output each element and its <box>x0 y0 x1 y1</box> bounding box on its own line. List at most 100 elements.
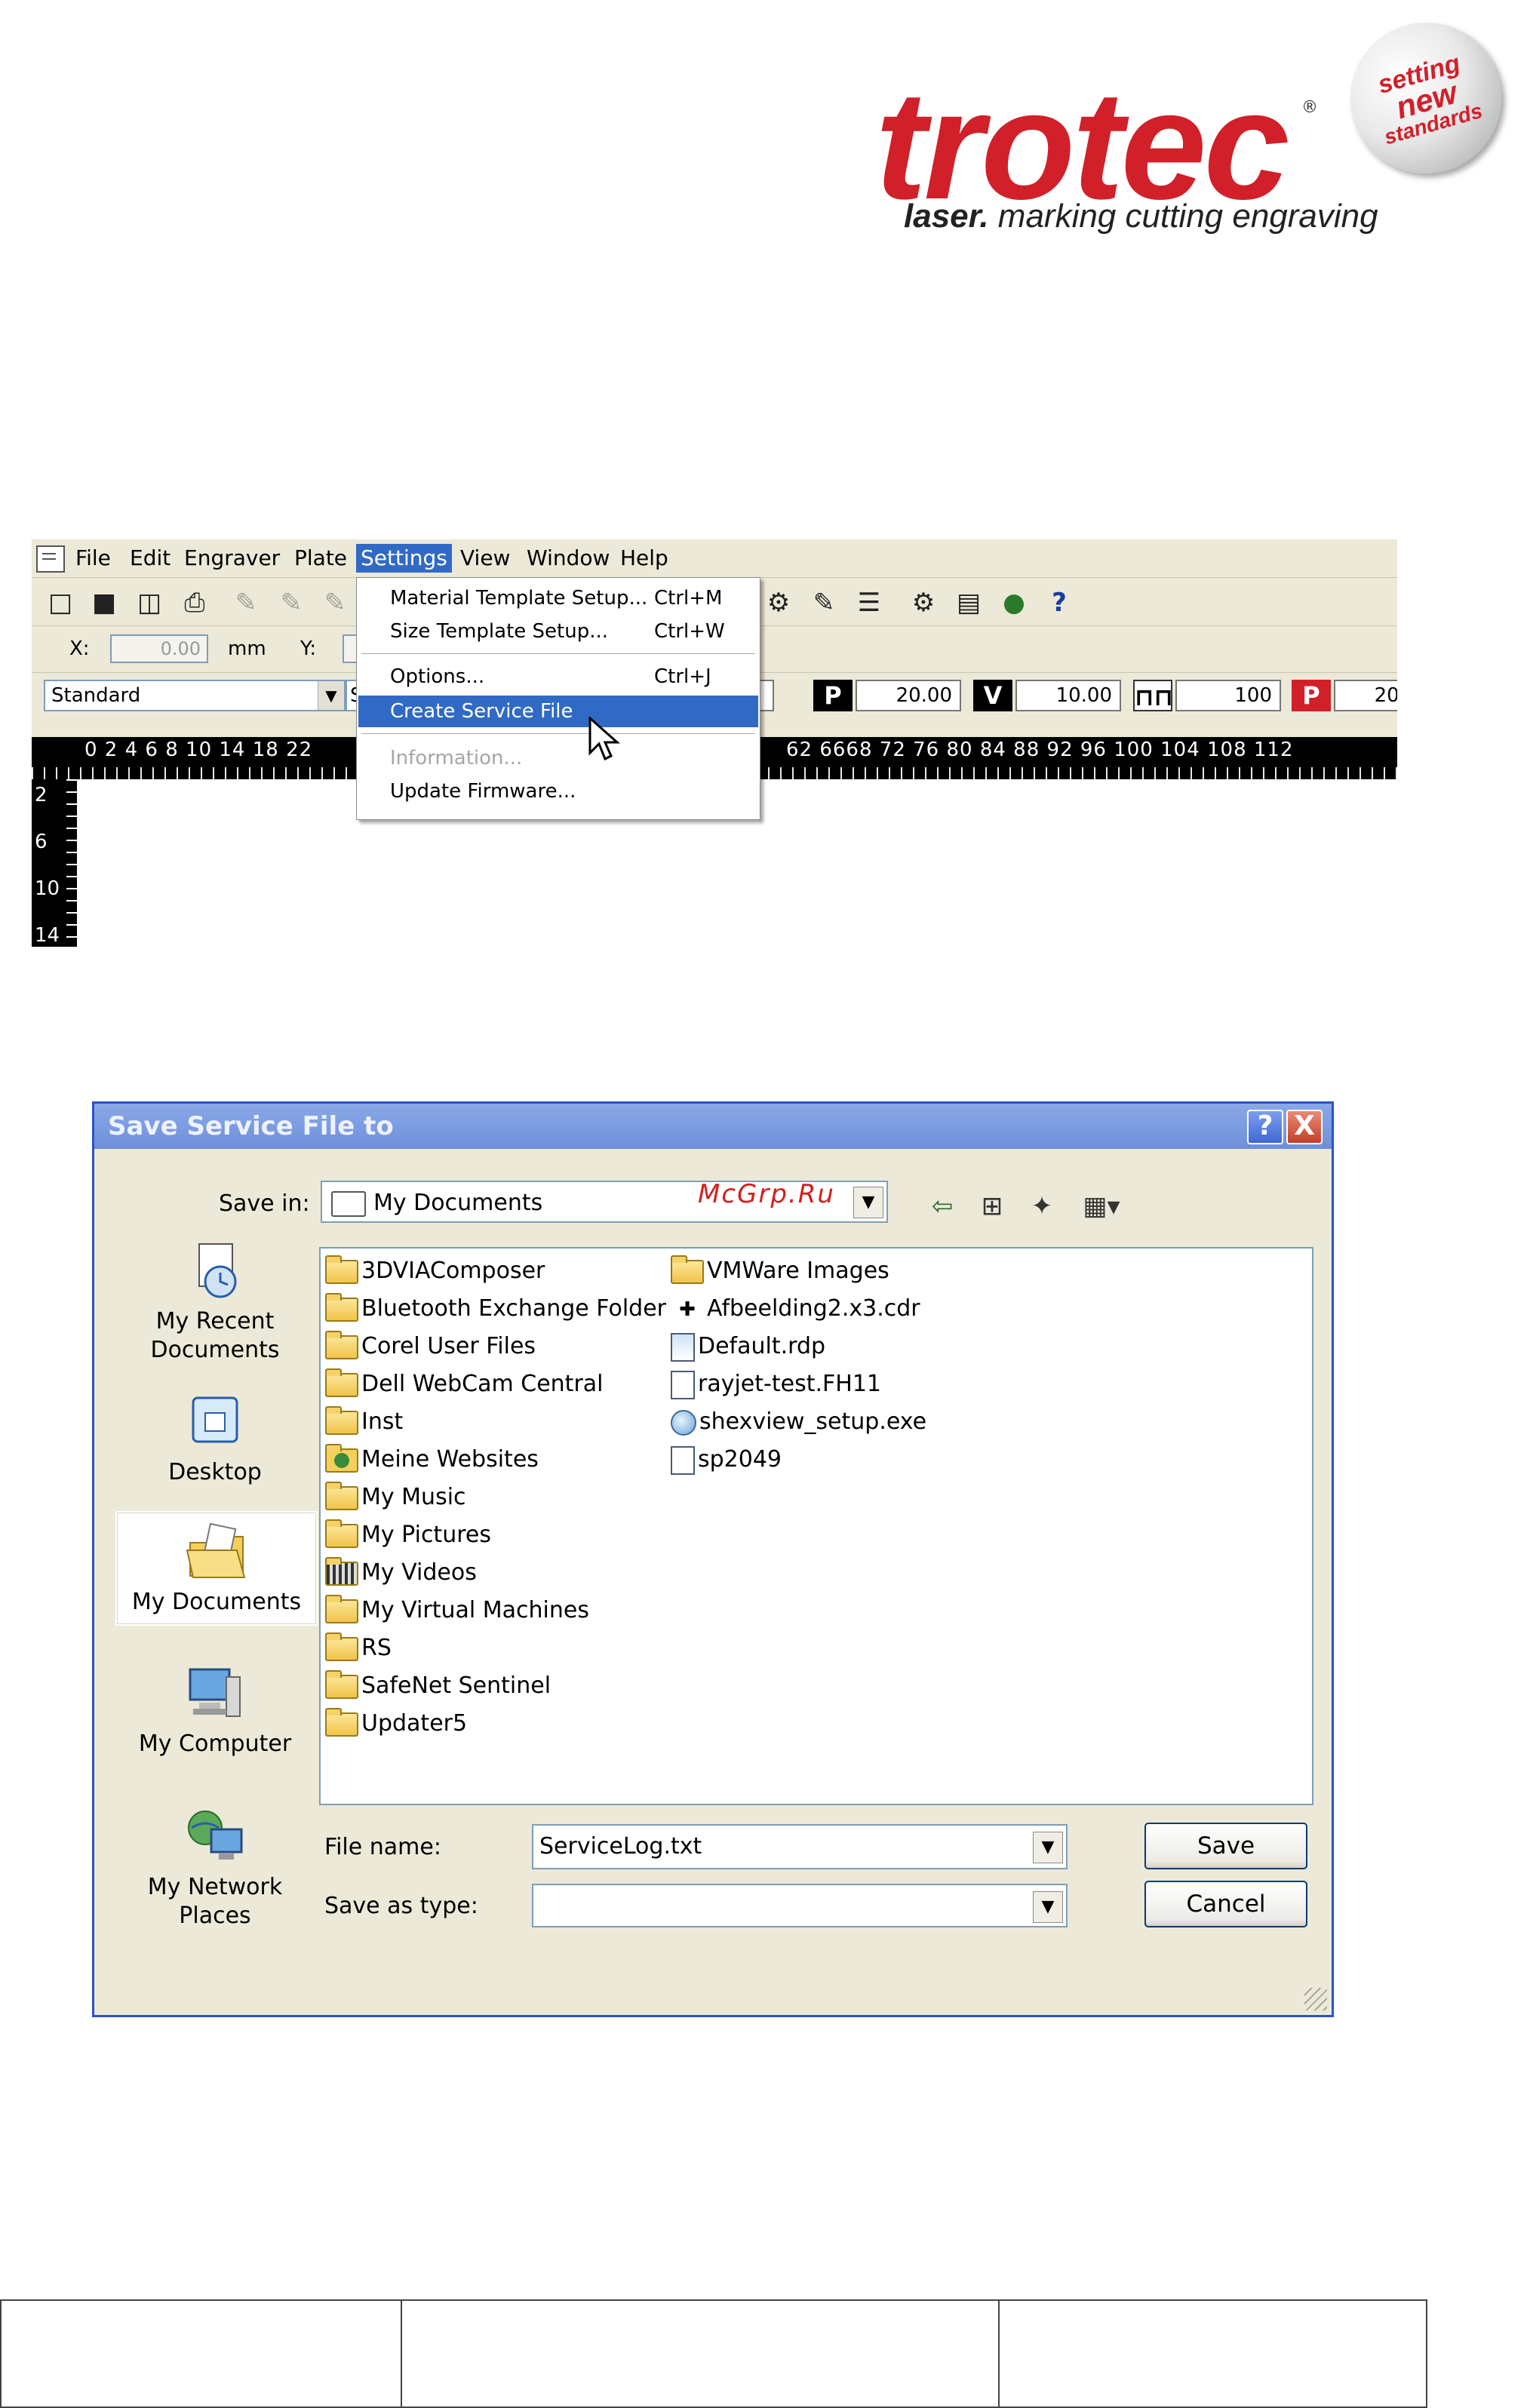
list-item[interactable]: VMWare Images <box>671 1253 889 1289</box>
menu-edit[interactable]: Edit <box>125 544 175 573</box>
ruler-v-label: 10 <box>35 877 60 900</box>
menu-item-options[interactable]: Options... Ctrl+J <box>358 661 758 693</box>
x-coordinate-field[interactable]: 0.00 <box>110 634 208 663</box>
frequency-value-field[interactable]: 100 <box>1175 680 1281 711</box>
copy-icon[interactable]: ✎ <box>318 586 352 619</box>
save-disk-icon[interactable]: ■ <box>88 586 121 619</box>
list-item[interactable]: My Videos <box>325 1555 477 1591</box>
dialog-title: Save Service File to <box>108 1111 394 1141</box>
list-item[interactable]: rayjet-test.FH11 <box>671 1366 881 1402</box>
place-my-computer[interactable]: My Computer <box>115 1662 315 1758</box>
material-template-select[interactable]: Standard ▼ <box>44 680 346 711</box>
place-my-recent-documents[interactable]: My Recent Documents <box>115 1239 315 1365</box>
menu-help[interactable]: Help <box>616 544 673 573</box>
menu-view[interactable]: View <box>456 544 515 573</box>
file-name: Inst <box>361 1408 404 1435</box>
footer-table <box>0 2299 1428 2408</box>
open-folder-icon[interactable]: ◫ <box>133 586 166 619</box>
menu-window[interactable]: Window <box>522 544 614 573</box>
chevron-down-icon[interactable]: ▼ <box>853 1187 883 1218</box>
file-name: Bluetooth Exchange Folder <box>361 1295 667 1322</box>
job-list-icon[interactable]: ☰ <box>853 586 886 619</box>
globe-icon[interactable]: ● <box>997 586 1031 619</box>
list-item[interactable]: Default.rdp <box>671 1328 825 1365</box>
save-button[interactable]: Save <box>1144 1823 1307 1869</box>
place-desktop[interactable]: Desktop <box>115 1390 315 1487</box>
place-my-network-places[interactable]: My Network Places <box>115 1805 315 1930</box>
file-name-input[interactable]: ServiceLog.txt ▼ <box>532 1824 1068 1869</box>
list-item[interactable]: RS <box>325 1630 392 1666</box>
list-item[interactable]: 3DVIAComposer <box>325 1253 545 1289</box>
rdp-file-icon <box>671 1332 695 1362</box>
power-value-field-2[interactable]: 20.00 <box>1334 680 1397 711</box>
close-button[interactable]: X <box>1286 1110 1323 1144</box>
view-menu-icon[interactable]: ▦▾ <box>1075 1191 1128 1221</box>
engraver-status-icon[interactable]: ▤ <box>952 586 985 619</box>
logo-tagline-rest: marking cutting engraving <box>988 198 1378 235</box>
list-item[interactable]: My Pictures <box>325 1517 491 1553</box>
menu-item-shortcut: Ctrl+M <box>654 587 723 610</box>
folder-icon <box>325 1255 358 1284</box>
menu-plate[interactable]: Plate <box>290 544 352 573</box>
gear-icon[interactable]: ⚙ <box>907 586 940 619</box>
folder-icon <box>325 1669 358 1699</box>
unit-label: mm <box>228 637 266 660</box>
import-icon[interactable]: ✎ <box>229 586 263 619</box>
list-item[interactable]: Inst <box>325 1404 403 1440</box>
cdr-file-icon: ✚ <box>679 1298 696 1321</box>
menu-separator <box>361 733 755 734</box>
save-as-type-label: Save as type: <box>324 1893 478 1919</box>
menu-file[interactable]: File <box>71 544 115 573</box>
engrave-job-icon[interactable]: ⚙ <box>762 586 795 619</box>
footer-cell <box>997 2299 1428 2408</box>
videos-folder-icon <box>325 1556 358 1586</box>
list-item[interactable]: Dell WebCam Central <box>325 1366 604 1402</box>
menu-separator <box>361 653 755 654</box>
save-as-type-select[interactable]: ▼ <box>532 1884 1068 1927</box>
menu-item-information: Information... <box>358 742 758 774</box>
list-item[interactable]: SafeNet Sentinel <box>325 1668 551 1704</box>
place-my-documents[interactable]: My Documents <box>115 1511 318 1626</box>
print-icon[interactable]: ⎙ <box>178 586 211 619</box>
list-item[interactable]: ✚ Afbeelding2.x3.cdr <box>671 1291 920 1327</box>
chevron-down-icon[interactable]: ▼ <box>1033 1891 1063 1923</box>
menu-item-label: Information... <box>390 747 523 769</box>
chevron-down-icon[interactable]: ▼ <box>1033 1832 1063 1863</box>
menu-settings[interactable]: Settings <box>356 544 452 573</box>
new-document-icon[interactable]: □ <box>44 586 77 619</box>
cancel-button[interactable]: Cancel <box>1144 1881 1307 1927</box>
menu-item-material-template-setup[interactable]: Material Template Setup... Ctrl+M <box>358 582 758 614</box>
help-question-icon[interactable]: ? <box>1043 586 1076 619</box>
list-item[interactable]: shexview_setup.exe <box>671 1404 926 1440</box>
menu-engraver[interactable]: Engraver <box>180 544 284 573</box>
jobcontrol-window: File Edit Engraver Plate Settings View W… <box>32 539 1397 947</box>
web-folder-icon <box>325 1443 358 1473</box>
position-job-icon[interactable]: ✎ <box>807 586 840 619</box>
list-item[interactable]: Updater5 <box>325 1706 467 1742</box>
back-arrow-icon[interactable]: ⇦ <box>924 1191 960 1221</box>
help-button[interactable]: ? <box>1247 1110 1283 1144</box>
list-item[interactable]: Meine Websites <box>325 1442 539 1478</box>
list-item[interactable]: My Virtual Machines <box>325 1593 589 1629</box>
resize-grip-icon[interactable] <box>1304 1988 1327 2010</box>
power-value-field[interactable]: 20.00 <box>856 680 961 711</box>
new-folder-icon[interactable]: ✦ <box>1024 1191 1060 1221</box>
place-label: My Computer <box>138 1731 292 1757</box>
list-item[interactable]: My Music <box>325 1479 466 1516</box>
list-item[interactable]: Bluetooth Exchange Folder <box>325 1291 666 1327</box>
menu-item-create-service-file[interactable]: Create Service File <box>358 696 758 727</box>
menu-item-update-firmware[interactable]: Update Firmware... <box>358 776 758 807</box>
ruler-v-ticks <box>66 779 77 947</box>
list-item[interactable]: sp2049 <box>671 1442 782 1478</box>
ruler-h-left-labels: 0 2 4 6 8 10 14 18 22 <box>84 739 313 761</box>
file-list[interactable]: 3DVIAComposer Bluetooth Exchange Folder … <box>319 1247 1313 1805</box>
list-item[interactable]: Corel User Files <box>325 1328 536 1365</box>
up-folder-icon[interactable]: ⊞ <box>974 1191 1010 1221</box>
menu-item-size-template-setup[interactable]: Size Template Setup... Ctrl+W <box>358 616 758 647</box>
export-icon[interactable]: ✎ <box>275 586 308 619</box>
setting-new-standards-badge: setting new standards <box>1332 5 1519 192</box>
velocity-value-field[interactable]: 10.00 <box>1015 680 1121 711</box>
app-document-icon[interactable] <box>36 545 65 573</box>
chevron-down-icon[interactable]: ▼ <box>318 681 344 710</box>
material-template-value: Standard <box>51 684 141 707</box>
